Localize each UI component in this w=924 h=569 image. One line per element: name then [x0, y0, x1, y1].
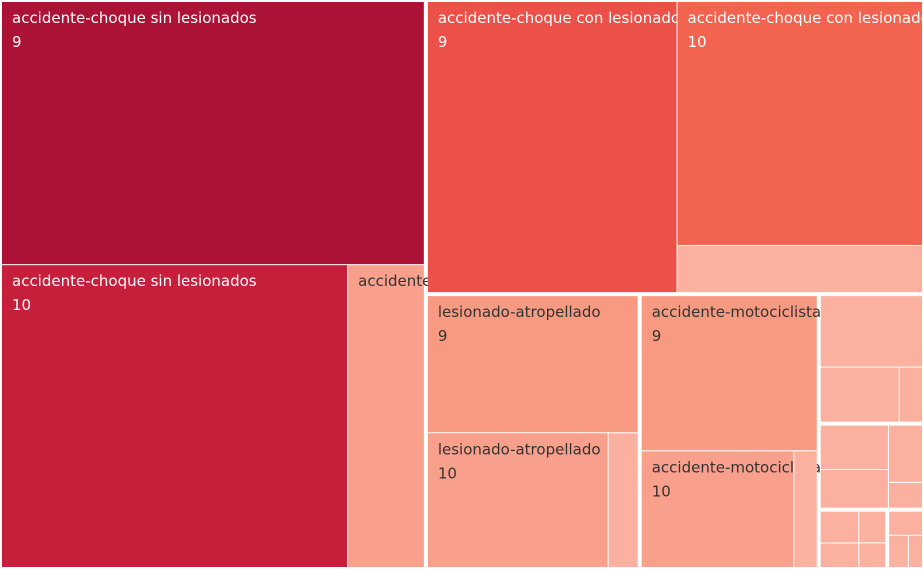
treemap-cell-label: accidente-choque con lesionados — [438, 9, 688, 27]
treemap-cell-rect[interactable] — [677, 245, 922, 293]
treemap-cell-rect[interactable] — [2, 265, 348, 567]
treemap-cell-label: accidente-choque sin lesionados — [12, 9, 257, 27]
treemap-group: accidente-motociclista9accidente-motocic… — [641, 296, 821, 567]
treemap-cell[interactable]: accidente-motociclista 9 — [641, 296, 821, 451]
treemap-cell-rect[interactable] — [820, 296, 922, 367]
treemap-cell-label: lesionado-atropellado — [438, 440, 601, 458]
treemap-cell-rect[interactable] — [677, 2, 922, 245]
treemap-cell-rect[interactable] — [859, 511, 886, 543]
treemap-cell[interactable] — [820, 511, 859, 543]
treemap-cell-rect[interactable] — [820, 367, 899, 422]
treemap-cell-rect[interactable] — [427, 2, 677, 293]
treemap-cell-value: 10 — [12, 296, 31, 314]
treemap-cell[interactable]: accidente-choque con lesionados 10 — [677, 2, 924, 245]
treemap-group: accidente-choque con lesionados9accident… — [427, 2, 924, 293]
treemap-cell[interactable] — [859, 511, 886, 543]
treemap-cell-label: accidente-motociclista — [652, 303, 821, 321]
treemap-cell[interactable]: accidente-choque sin lesionados 9 — [2, 2, 424, 265]
treemap-cell[interactable] — [820, 543, 859, 567]
treemap-cell-rect[interactable] — [820, 511, 859, 543]
treemap-cell[interactable] — [608, 433, 638, 567]
treemap-group: lesionado-atropellado9lesionado-atropell… — [427, 296, 638, 567]
treemap-cell[interactable] — [820, 425, 888, 470]
treemap-cell-rect[interactable] — [2, 2, 424, 265]
treemap-cell-value: 10 — [438, 464, 457, 482]
treemap-cell[interactable] — [899, 367, 922, 422]
treemap-cell-label: lesionado-atropellado — [438, 303, 601, 321]
treemap-cell-rect[interactable] — [820, 425, 888, 470]
treemap-chart: accidente-choque sin lesionados9accident… — [2, 2, 924, 567]
treemap-cell-value: 10 — [688, 33, 707, 51]
treemap-cell[interactable] — [677, 245, 922, 293]
treemap-cell[interactable] — [888, 482, 922, 508]
treemap-cell-rect[interactable] — [348, 265, 424, 567]
treemap-cell[interactable]: lesionado-atropellado 9 — [427, 296, 638, 433]
treemap-group — [889, 511, 922, 567]
treemap-cell[interactable] — [908, 535, 922, 567]
treemap-cell[interactable] — [889, 511, 922, 535]
treemap-cell-value: 9 — [438, 33, 448, 51]
treemap-cell-rect[interactable] — [908, 535, 922, 567]
treemap-cell-rect[interactable] — [888, 425, 922, 482]
treemap-cell[interactable] — [820, 296, 922, 367]
treemap-cell[interactable] — [859, 543, 886, 567]
treemap-cell-rect[interactable] — [820, 470, 888, 508]
treemap-cell-label: accidente-choque sin lesionados — [12, 272, 257, 290]
treemap-cell[interactable]: accidente-motociclista10 — [641, 451, 821, 567]
treemap-cell[interactable] — [889, 535, 908, 567]
treemap-cell-rect[interactable] — [820, 543, 859, 567]
treemap-cell-rect[interactable] — [608, 433, 638, 567]
treemap-cell[interactable] — [888, 425, 922, 482]
treemap-cell-rect[interactable] — [794, 451, 817, 567]
treemap-cell[interactable] — [820, 367, 899, 422]
treemap-cell-value: 9 — [652, 327, 662, 345]
treemap-cell-rect[interactable] — [888, 482, 922, 508]
treemap-cell[interactable]: accidente-choque sin lesionados 10 — [2, 265, 348, 567]
treemap-cell[interactable]: lesionado-atropellado 10 — [427, 433, 608, 567]
treemap-cell-rect[interactable] — [889, 511, 922, 535]
treemap-group — [820, 296, 922, 422]
treemap-group — [820, 425, 922, 508]
treemap-cell-rect[interactable] — [899, 367, 922, 422]
treemap-cell-value: 9 — [12, 33, 22, 51]
treemap-cell-rect[interactable] — [859, 543, 886, 567]
treemap-cell-rect[interactable] — [889, 535, 908, 567]
treemap-group — [820, 511, 886, 567]
treemap-cell-label: accidente-choque con lesionados — [688, 9, 924, 27]
treemap-cell[interactable] — [794, 451, 817, 567]
treemap-cell[interactable]: accidente-choque con lesionados 9 — [427, 2, 688, 293]
treemap-cell[interactable] — [820, 470, 888, 508]
treemap-cell-value: 9 — [438, 327, 448, 345]
treemap-cell-value: 10 — [652, 482, 671, 500]
